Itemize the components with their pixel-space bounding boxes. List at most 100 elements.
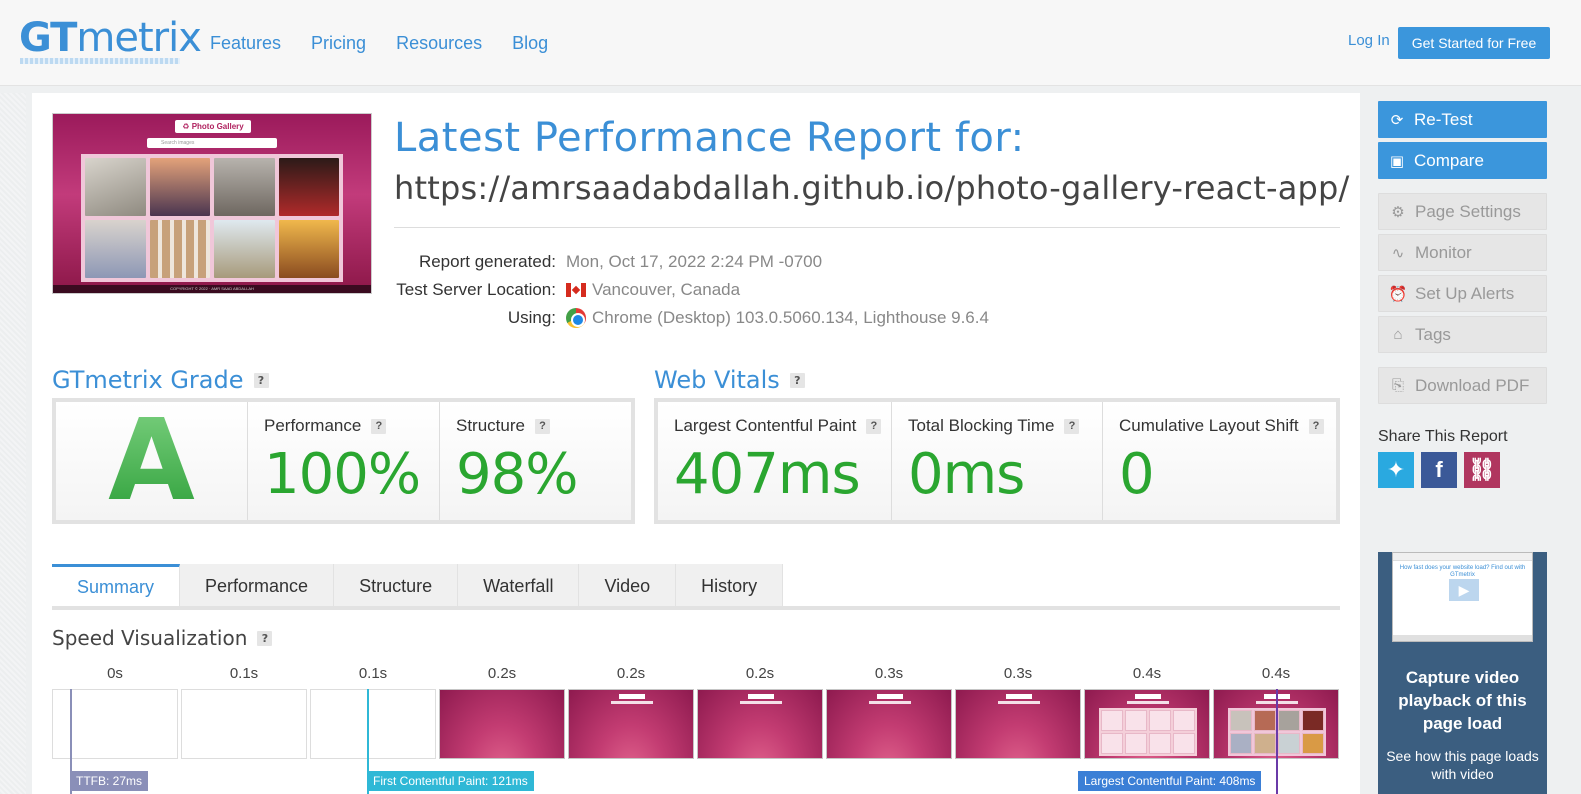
video-promo[interactable]: How fast does your website load? Find ou… — [1378, 552, 1547, 794]
alerts-label: Set Up Alerts — [1415, 283, 1515, 303]
report-title: Latest Performance Report for: — [394, 115, 1025, 161]
sidebar: ⟳ Re-Test ▣ Compare ⚙ Page Settings ∿ Monito… — [1378, 101, 1547, 408]
compare-button[interactable]: ▣ Compare — [1378, 142, 1547, 179]
alerts-button[interactable]: ⏰ Set Up Alerts — [1378, 275, 1547, 312]
gear-icon: ⚙ — [1391, 203, 1405, 221]
frame-image — [826, 689, 952, 759]
frame-image — [439, 689, 565, 759]
report-panel: ♻ Photo Gallery Search images COPYRIGHT … — [32, 93, 1360, 794]
monitor-button[interactable]: ∿ Monitor — [1378, 234, 1547, 271]
nav-resources[interactable]: Resources — [396, 30, 482, 56]
divider — [394, 227, 1340, 228]
tbt-label: Total Blocking Time — [908, 416, 1055, 435]
lcp-cell: Largest Contentful Paint? 407ms — [658, 402, 892, 520]
using-value: Chrome (Desktop) 103.0.5060.134, Lightho… — [592, 308, 989, 327]
retest-label: Re-Test — [1414, 109, 1473, 129]
help-icon[interactable]: ? — [257, 630, 273, 646]
main-nav: Features Pricing Resources Blog — [210, 30, 548, 56]
nav-blog[interactable]: Blog — [512, 30, 548, 56]
lcp-value: 407ms — [674, 442, 861, 507]
grade-cell: A — [56, 396, 248, 526]
lcp-marker: Largest Contentful Paint: 408ms — [1078, 771, 1262, 791]
tab-performance[interactable]: Performance — [180, 564, 335, 608]
frame-image — [955, 689, 1081, 759]
frame-image — [181, 689, 307, 759]
frame: 0.3s — [826, 665, 952, 759]
frame-time: 0.4s — [1132, 665, 1162, 682]
help-icon[interactable]: ? — [1064, 418, 1080, 434]
performance-value: 100% — [264, 442, 421, 507]
tabs-underline — [52, 606, 1340, 610]
twitter-share-icon[interactable]: ✦ — [1378, 452, 1414, 488]
vitals-card: Largest Contentful Paint? 407ms Total Bl… — [654, 398, 1340, 524]
thumb-title: ♻ Photo Gallery — [175, 120, 251, 133]
cls-value: 0 — [1119, 442, 1155, 507]
nav-pricing[interactable]: Pricing — [311, 30, 366, 56]
speed-title-text: Speed Visualization — [52, 626, 248, 650]
generated-value: Mon, Oct 17, 2022 2:24 PM -0700 — [566, 252, 823, 271]
link-share-icon[interactable]: ⛓ — [1464, 452, 1500, 488]
promo-title: Capture video playback of this page load — [1398, 668, 1527, 733]
promo-screenshot: How fast does your website load? Find ou… — [1392, 552, 1533, 642]
tab-structure[interactable]: Structure — [334, 564, 459, 608]
lcp-label: Largest Contentful Paint — [674, 416, 857, 435]
frame: 0.3s — [955, 665, 1081, 759]
tags-label: Tags — [1415, 324, 1451, 344]
download-pdf-label: Download PDF — [1415, 375, 1530, 395]
help-icon[interactable]: ? — [1308, 418, 1324, 434]
generated-label: Report generated: — [418, 252, 556, 271]
top-navigation: GTmetrix Features Pricing Resources Blog… — [0, 0, 1581, 86]
help-icon[interactable]: ? — [534, 418, 550, 434]
structure-label: Structure — [456, 416, 525, 435]
login-link[interactable]: Log In — [1348, 32, 1390, 49]
frame: 0.2s — [568, 665, 694, 759]
tab-history[interactable]: History — [676, 564, 784, 608]
frame-time: 0.3s — [1003, 665, 1033, 682]
frame: 0.4s — [1084, 665, 1210, 759]
background-pattern — [0, 93, 26, 794]
grade-card: A Performance? 100% Structure? 98% — [52, 396, 635, 526]
get-started-button[interactable]: Get Started for Free — [1398, 27, 1550, 59]
frame: 0.1s — [181, 665, 307, 759]
thumb-search: Search images — [147, 138, 277, 148]
page-settings-label: Page Settings — [1415, 201, 1521, 221]
frame-image — [310, 689, 436, 759]
download-pdf-button[interactable]: ⎘ Download PDF — [1378, 367, 1547, 404]
frame-time: 0.3s — [874, 665, 904, 682]
frame-image — [697, 689, 823, 759]
tags-button[interactable]: ⌂ Tags — [1378, 316, 1547, 353]
frame-time: 0.2s — [745, 665, 775, 682]
tbt-cell: Total Blocking Time? 0ms — [892, 402, 1103, 520]
report-url[interactable]: https://amrsaadabdallah.github.io/photo-… — [394, 169, 1350, 207]
refresh-icon: ⟳ — [1390, 111, 1404, 129]
thumb-footer: COPYRIGHT © 2022 · AMR SAAD ABDALLAH — [53, 285, 371, 293]
help-icon[interactable]: ? — [371, 418, 387, 434]
tag-icon: ⌂ — [1393, 326, 1403, 343]
pdf-icon: ⎘ — [1391, 377, 1404, 394]
frame: 0.2s — [697, 665, 823, 759]
frame-time: 0.1s — [229, 665, 259, 682]
frame: 0.2s — [439, 665, 565, 759]
thumb-photo-grid — [81, 154, 343, 282]
frame-time: 0.1s — [358, 665, 388, 682]
vitals-title: Web Vitals? — [654, 366, 805, 394]
structure-value: 98% — [456, 442, 578, 507]
vitals-title-text: Web Vitals — [654, 366, 780, 394]
facebook-share-icon[interactable]: f — [1421, 452, 1457, 488]
report-tabs: Summary Performance Structure Waterfall … — [52, 564, 784, 608]
retest-button[interactable]: ⟳ Re-Test — [1378, 101, 1547, 138]
tab-video[interactable]: Video — [579, 564, 677, 608]
logo-underline — [20, 58, 180, 64]
chrome-icon — [566, 308, 586, 328]
promo-screen-text: How fast does your website load? Find ou… — [1399, 565, 1526, 578]
help-icon[interactable]: ? — [866, 418, 882, 434]
help-icon[interactable]: ? — [789, 372, 805, 388]
help-icon[interactable]: ? — [253, 372, 269, 388]
tab-waterfall[interactable]: Waterfall — [458, 564, 580, 608]
page-settings-button[interactable]: ⚙ Page Settings — [1378, 193, 1547, 230]
frame-image — [568, 689, 694, 759]
frame-time: 0s — [107, 665, 123, 682]
tab-summary[interactable]: Summary — [52, 564, 181, 608]
nav-features[interactable]: Features — [210, 30, 281, 56]
cls-cell: Cumulative Layout Shift? 0 — [1103, 402, 1336, 520]
